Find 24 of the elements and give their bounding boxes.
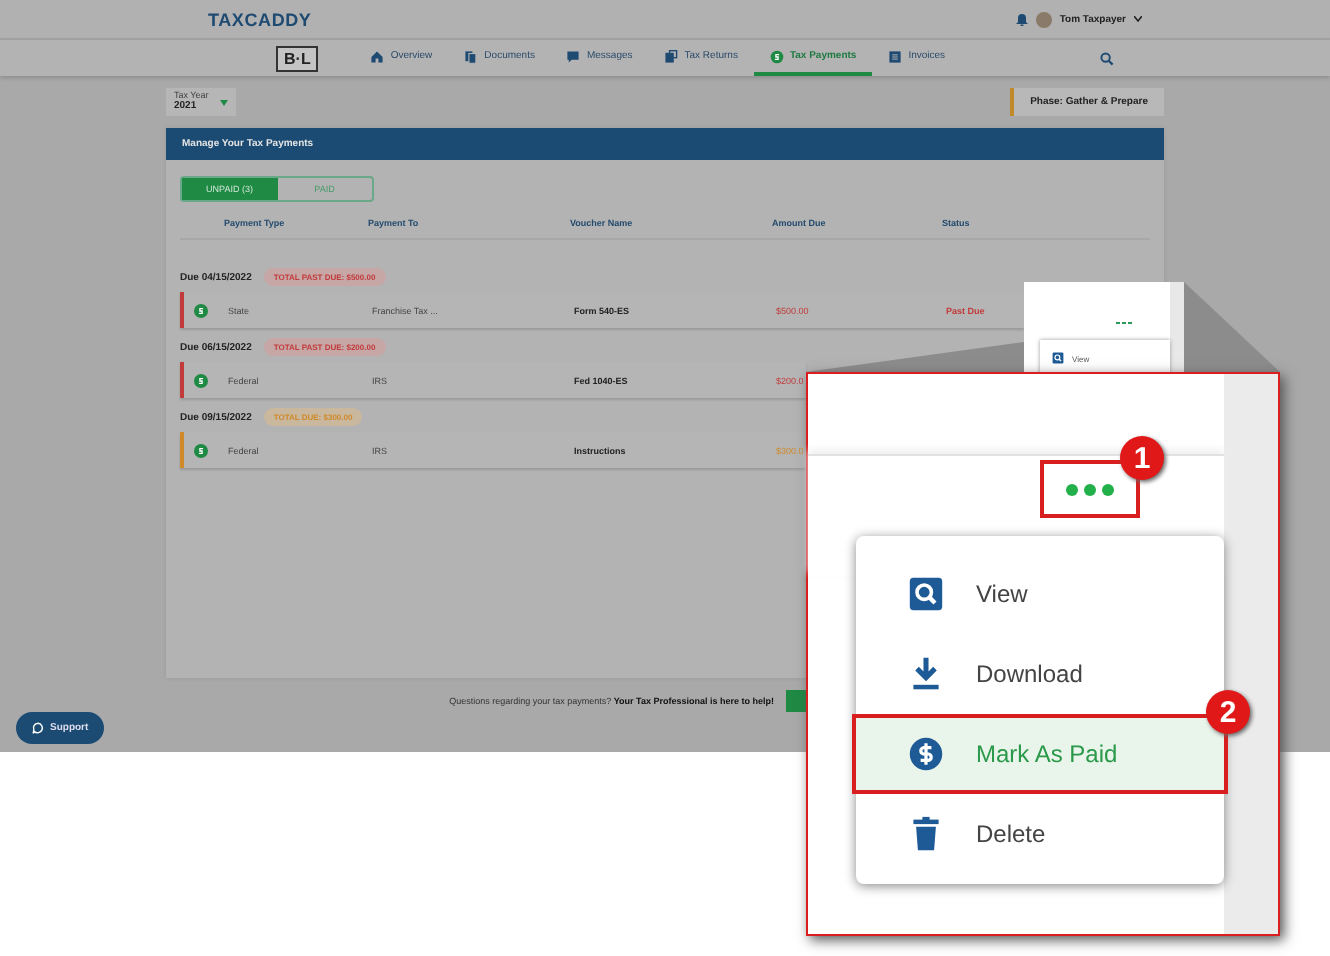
chat-icon — [566, 49, 581, 63]
menu-item[interactable]: Delete — [856, 794, 1224, 874]
firm-logo: B·L — [276, 45, 319, 71]
invoice-icon — [888, 49, 903, 63]
search-icon[interactable] — [1100, 51, 1114, 65]
trash-icon — [908, 816, 944, 852]
caret-icon — [1134, 16, 1142, 22]
search-icon — [908, 576, 944, 612]
download-icon — [908, 656, 944, 692]
document-icon — [464, 49, 479, 63]
dollar-icon — [769, 49, 784, 63]
home-icon — [370, 49, 385, 63]
step-marker: 1 — [1120, 436, 1164, 480]
dollar-icon — [194, 443, 208, 457]
dollar-icon — [194, 303, 208, 317]
returns-icon — [664, 49, 679, 63]
app-logo[interactable]: TAXCADDY — [208, 9, 312, 29]
chat-icon — [32, 722, 44, 734]
bell-icon[interactable] — [1015, 12, 1028, 26]
search-icon — [1052, 352, 1064, 364]
caret-icon — [220, 99, 229, 105]
menu-item[interactable]: View — [856, 554, 1224, 634]
dollar-icon — [194, 373, 208, 387]
dollar-icon — [908, 736, 944, 772]
